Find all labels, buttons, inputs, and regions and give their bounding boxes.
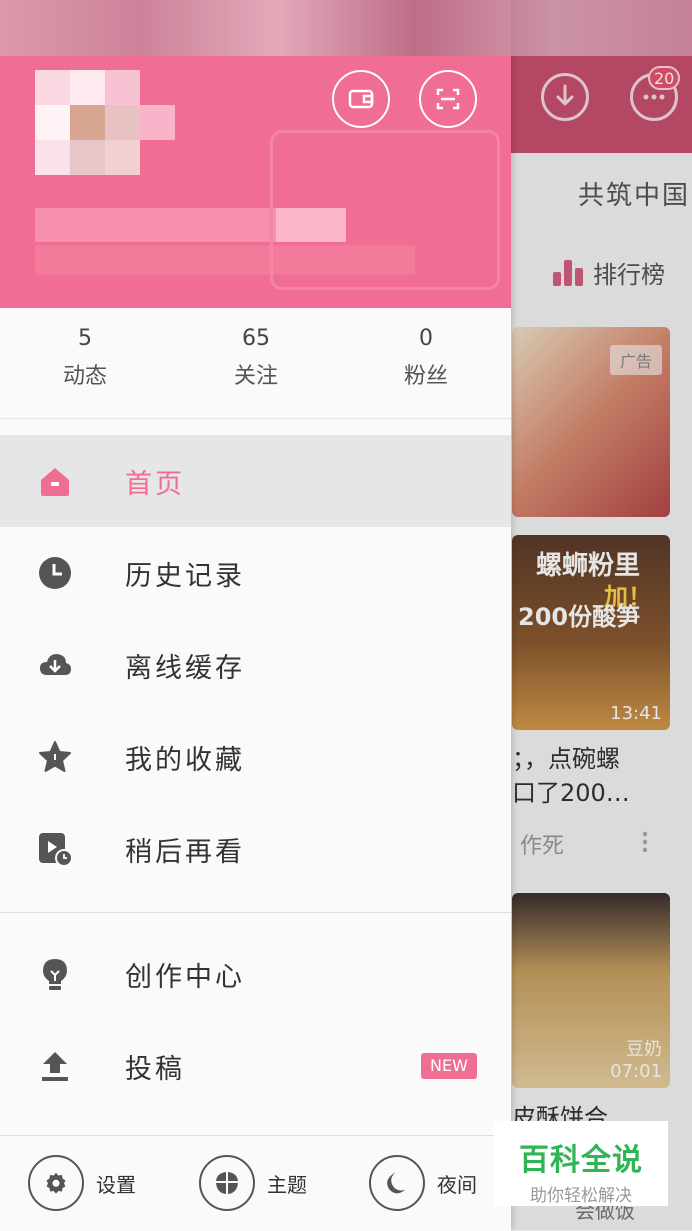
cloud-download-icon bbox=[40, 654, 71, 675]
theme-icon bbox=[199, 1155, 255, 1211]
wallet-icon bbox=[348, 89, 374, 109]
menu-item-label: 首页 bbox=[125, 468, 185, 500]
clock-icon bbox=[39, 557, 71, 589]
home-icon bbox=[41, 468, 69, 496]
star-icon bbox=[39, 741, 71, 772]
avatar-pixel bbox=[70, 70, 105, 105]
theme-label: 主题 bbox=[267, 1172, 307, 1197]
stat-label: 关注 bbox=[233, 364, 278, 389]
menu-item-label: 历史记录 bbox=[125, 560, 245, 592]
avatar-pixel bbox=[140, 105, 175, 140]
watermark-title: 百科全说 bbox=[519, 1143, 643, 1178]
stat-count: 0 bbox=[419, 326, 433, 351]
menu-divider bbox=[0, 912, 511, 913]
stat-count: 65 bbox=[242, 326, 270, 351]
menu-item-history[interactable]: 历史记录 bbox=[0, 527, 511, 619]
stat-following[interactable]: 65 关注 bbox=[171, 326, 341, 390]
drawer-bottom-bar: 设置 主题 夜间 bbox=[0, 1135, 511, 1231]
scan-icon bbox=[436, 88, 460, 110]
upload-icon bbox=[42, 1052, 68, 1081]
theme-button[interactable]: 主题 bbox=[199, 1154, 307, 1212]
settings-label: 设置 bbox=[96, 1172, 136, 1197]
menu-item-home[interactable]: 首页 bbox=[0, 435, 511, 527]
menu-item-favorites[interactable]: 我的收藏 bbox=[0, 711, 511, 803]
menu-item-upload[interactable]: 投稿 NEW bbox=[0, 1020, 511, 1112]
settings-button[interactable]: 设置 bbox=[28, 1154, 136, 1212]
navigation-drawer: 5 动态 65 关注 0 粉丝 首页 历史记录 离线缓存 我的收藏 稍后再看 创… bbox=[0, 0, 511, 1231]
avatar-pixel bbox=[35, 105, 70, 140]
stat-label: 粉丝 bbox=[403, 364, 448, 389]
avatar-pixel bbox=[105, 105, 140, 140]
lightbulb-icon bbox=[43, 959, 67, 990]
moon-icon bbox=[369, 1155, 425, 1211]
avatar-pixel bbox=[35, 140, 70, 175]
watch-later-icon bbox=[39, 833, 72, 866]
watermark-subtitle: 助你轻松解决 bbox=[530, 1186, 632, 1206]
menu-item-label: 投稿 bbox=[125, 1053, 185, 1085]
menu-item-label: 离线缓存 bbox=[125, 652, 245, 684]
header-decoration bbox=[270, 130, 500, 290]
wallet-button[interactable] bbox=[332, 70, 390, 128]
avatar[interactable] bbox=[35, 70, 70, 105]
settings-icon bbox=[28, 1155, 84, 1211]
menu-item-label: 创作中心 bbox=[125, 961, 245, 993]
stat-label: 动态 bbox=[62, 364, 107, 389]
menu-item-watch-later[interactable]: 稍后再看 bbox=[0, 803, 511, 895]
watermark: 百科全说 助你轻松解决 bbox=[494, 1121, 668, 1206]
status-bar bbox=[0, 0, 692, 56]
avatar-pixel bbox=[70, 105, 105, 140]
menu-item-label: 稍后再看 bbox=[125, 836, 245, 868]
avatar-pixel bbox=[105, 140, 140, 175]
scan-button[interactable] bbox=[419, 70, 477, 128]
menu-item-offline-cache[interactable]: 离线缓存 bbox=[0, 619, 511, 711]
avatar-pixel bbox=[70, 140, 105, 175]
profile-stats: 5 动态 65 关注 0 粉丝 bbox=[0, 308, 511, 419]
avatar-pixel bbox=[105, 70, 140, 105]
night-mode-button[interactable]: 夜间 bbox=[369, 1154, 477, 1212]
stat-fans[interactable]: 0 粉丝 bbox=[341, 326, 511, 390]
menu-item-label: 我的收藏 bbox=[125, 744, 245, 776]
stat-count: 5 bbox=[78, 326, 92, 351]
new-badge: NEW bbox=[421, 1053, 477, 1079]
menu-item-creator-center[interactable]: 创作中心 bbox=[0, 928, 511, 1020]
night-mode-label: 夜间 bbox=[437, 1172, 477, 1197]
stat-dynamics[interactable]: 5 动态 bbox=[0, 326, 170, 390]
